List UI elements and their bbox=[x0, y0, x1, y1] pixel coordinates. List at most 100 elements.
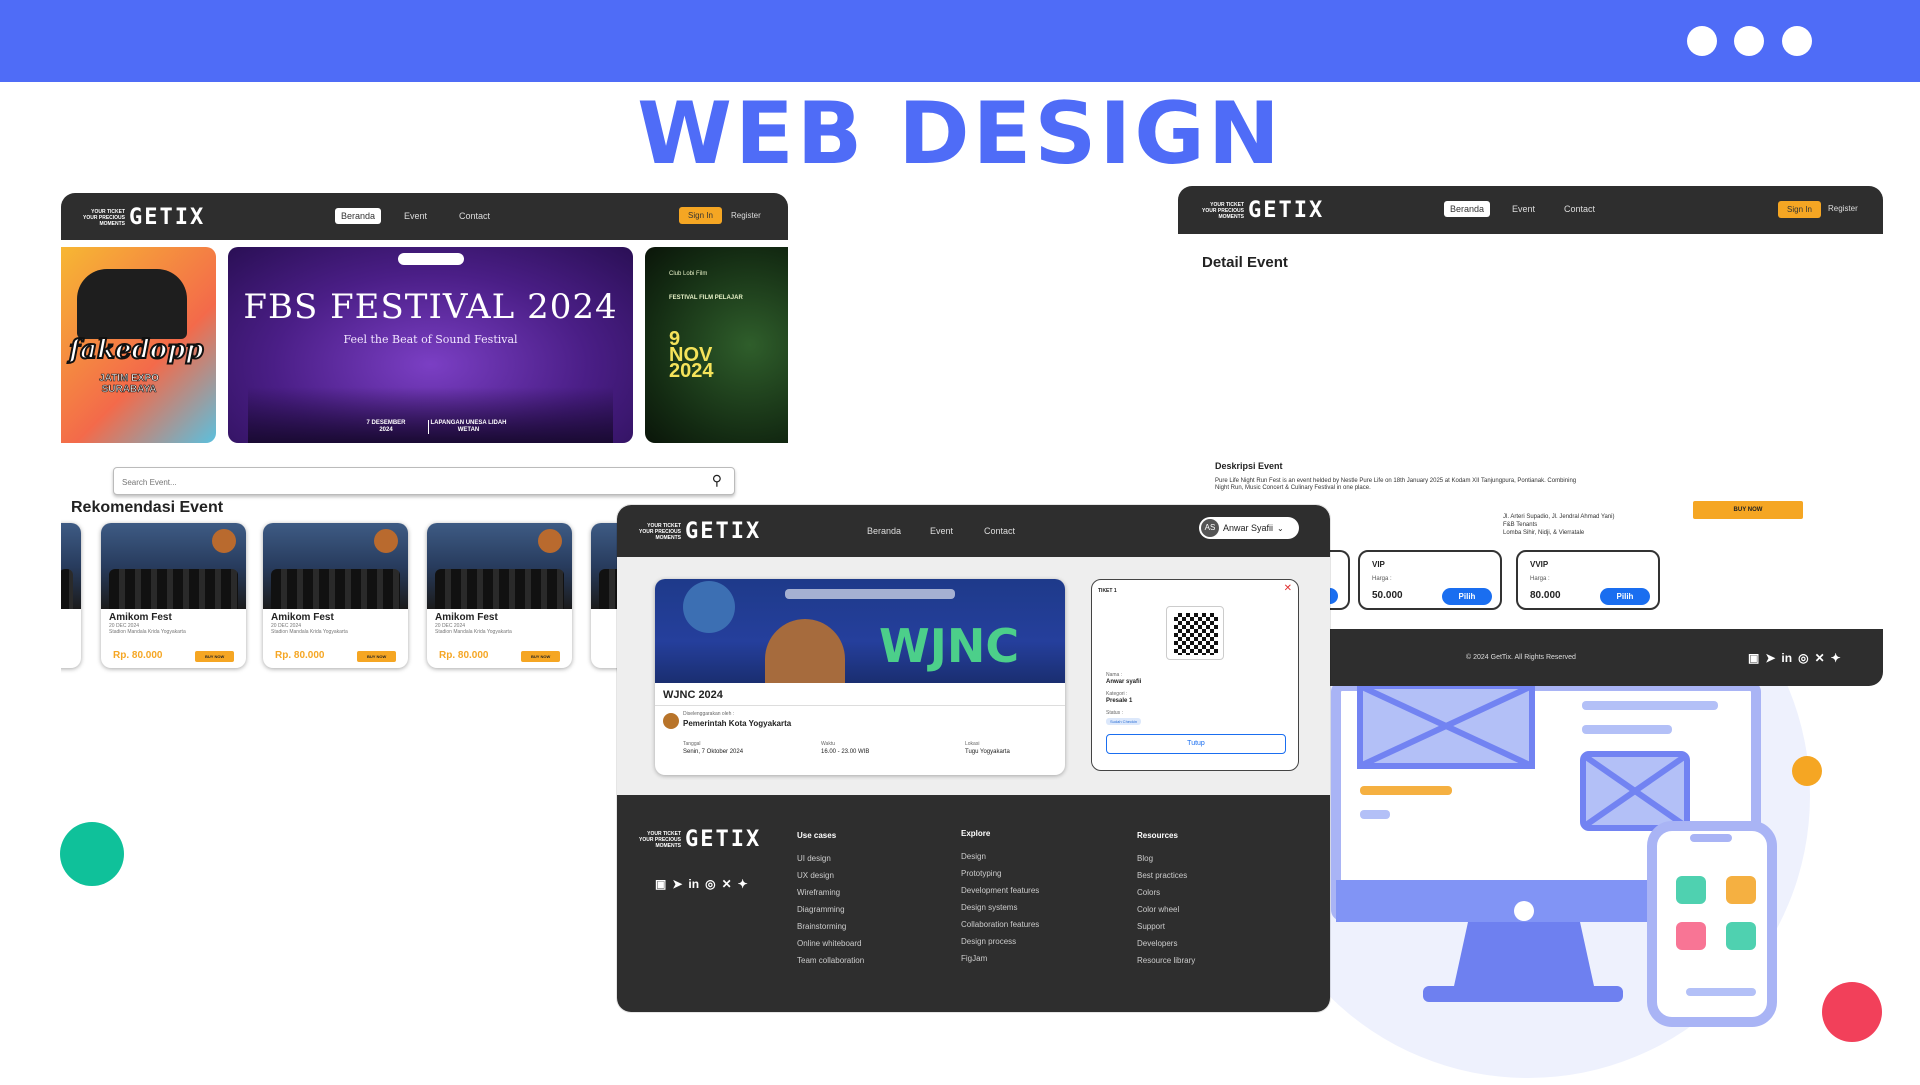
banner-fbs-festival[interactable]: FBS FESTIVAL 2024 Feel the Beat of Sound… bbox=[228, 247, 633, 443]
event-card-partial[interactable] bbox=[61, 523, 81, 668]
footer-link[interactable]: UX design bbox=[797, 871, 864, 880]
status-badge: Sudah Checkin bbox=[1106, 718, 1142, 725]
nav-beranda[interactable]: Beranda bbox=[335, 208, 382, 224]
instagram-icon[interactable]: ◎ bbox=[1798, 651, 1808, 665]
footer-link[interactable]: Developers bbox=[1137, 939, 1195, 948]
footer-link[interactable]: Development features bbox=[961, 886, 1039, 895]
footer-link[interactable]: Color wheel bbox=[1137, 905, 1195, 914]
register-link[interactable]: Register bbox=[731, 211, 761, 220]
search-icon[interactable]: ⚲ bbox=[712, 472, 722, 489]
pilih-button[interactable]: Pilih bbox=[1600, 588, 1650, 605]
footer-link[interactable]: Blog bbox=[1137, 854, 1195, 863]
search-input[interactable] bbox=[122, 474, 682, 490]
logo[interactable]: YOUR TICKET YOUR PRECIOUS MOMENTS GETIX bbox=[635, 519, 761, 544]
social-links: ▣ ➤ in ◎ ✕ ✦ bbox=[1748, 651, 1841, 665]
sign-in-button[interactable]: Sign In bbox=[679, 207, 722, 224]
nav-contact[interactable]: Contact bbox=[459, 211, 490, 221]
footer-link[interactable]: UI design bbox=[797, 854, 864, 863]
location-label: Lokasi bbox=[965, 741, 980, 747]
event-date: Senin, 7 Oktober 2024 bbox=[683, 749, 744, 755]
event-card[interactable]: Amikom Fest 20 DEC 2024 Stadion Mandala … bbox=[427, 523, 572, 668]
linkedin-icon[interactable]: ▣ bbox=[655, 877, 666, 891]
footer-link[interactable]: Prototyping bbox=[961, 869, 1039, 878]
logo-name: GETIX bbox=[685, 827, 762, 852]
register-link[interactable]: Register bbox=[1828, 204, 1858, 213]
event-card-title: Amikom Fest bbox=[271, 612, 334, 623]
logo-tagline: YOUR TICKET YOUR PRECIOUS MOMENTS bbox=[639, 830, 681, 849]
buy-now-button[interactable]: BUY NOW bbox=[195, 651, 235, 662]
event-card-price: Rp. 80.000 bbox=[275, 650, 325, 661]
sponsor-logos bbox=[398, 253, 464, 265]
footer-link[interactable]: Colors bbox=[1137, 888, 1195, 897]
in-icon[interactable]: in bbox=[688, 877, 699, 891]
nav-contact[interactable]: Contact bbox=[1564, 204, 1595, 214]
window-dot-icon bbox=[1782, 26, 1812, 56]
linkedin-icon[interactable]: ▣ bbox=[1748, 651, 1759, 665]
nav-event[interactable]: Event bbox=[1512, 204, 1535, 214]
footer-link[interactable]: Design process bbox=[961, 937, 1039, 946]
event-card-price: Rp. 80.000 bbox=[439, 650, 489, 661]
nav-event[interactable]: Event bbox=[930, 526, 953, 536]
ticket-page: YOUR TICKET YOUR PRECIOUS MOMENTS GETIX … bbox=[617, 505, 1330, 1012]
event-card-venue: Stadion Mandala Krida Yogyakarta bbox=[435, 629, 512, 635]
nav-beranda[interactable]: Beranda bbox=[867, 526, 901, 536]
in-icon[interactable]: in bbox=[1781, 651, 1792, 665]
planet-graphic bbox=[683, 581, 735, 633]
twitter-icon[interactable]: ✦ bbox=[1831, 651, 1841, 665]
footer-link[interactable]: Resource library bbox=[1137, 956, 1195, 965]
footer-link[interactable]: Team collaboration bbox=[797, 956, 864, 965]
event-card[interactable]: Amikom Fest 20 DEC 2024 Stadion Mandala … bbox=[263, 523, 408, 668]
detail-navbar: YOUR TICKET YOUR PRECIOUS MOMENTS GETIX … bbox=[1178, 186, 1883, 234]
logo[interactable]: YOUR TICKET YOUR PRECIOUS MOMENTS GETIX bbox=[635, 827, 761, 852]
footer-column-use-cases: Use cases UI design UX design Wireframin… bbox=[797, 831, 864, 973]
logo[interactable]: YOUR TICKET YOUR PRECIOUS MOMENTS GETIX bbox=[79, 205, 205, 230]
twitter-icon[interactable]: ✦ bbox=[738, 877, 748, 891]
footer-link[interactable]: Support bbox=[1137, 922, 1195, 931]
sign-in-button[interactable]: Sign In bbox=[1778, 201, 1821, 218]
logo[interactable]: YOUR TICKET YOUR PRECIOUS MOMENTS GETIX bbox=[1198, 198, 1324, 223]
buy-now-button[interactable]: BUY NOW bbox=[1693, 501, 1803, 519]
event-card[interactable]: Amikom Fest 20 DEC 2024 Stadion Mandala … bbox=[101, 523, 246, 668]
logo-tagline: YOUR TICKET YOUR PRECIOUS MOMENTS bbox=[639, 522, 681, 541]
event-card-image bbox=[427, 523, 572, 609]
nav-event[interactable]: Event bbox=[404, 211, 427, 221]
banner-fakedopp[interactable]: fakedopp JATIM EXPO SURABAYA bbox=[61, 247, 216, 443]
price-label: Harga : bbox=[1530, 576, 1550, 582]
user-menu[interactable]: AS Anwar Syafii ⌄ bbox=[1199, 517, 1299, 539]
telegram-icon[interactable]: ➤ bbox=[672, 877, 682, 891]
footer-link[interactable]: Collaboration features bbox=[961, 920, 1039, 929]
ticket-price: 50.000 bbox=[1372, 590, 1403, 601]
search-bar[interactable]: ⚲ bbox=[113, 467, 735, 495]
banner-festival-film[interactable]: Club Lobi Film FESTIVAL FILM PELAJAR 9 N… bbox=[645, 247, 788, 443]
description-bullets: Jl. Arteri Supadio, Jl. Jendral Ahmad Ya… bbox=[1503, 513, 1615, 537]
window-dot-icon bbox=[1734, 26, 1764, 56]
buy-now-button[interactable]: BUY NOW bbox=[357, 651, 397, 662]
banner-subtitle: Feel the Beat of Sound Festival bbox=[343, 333, 518, 346]
event-time: 16.00 - 23.00 WIB bbox=[821, 749, 870, 755]
buy-now-button[interactable]: BUY NOW bbox=[521, 651, 561, 662]
footer-link[interactable]: Diagramming bbox=[797, 905, 864, 914]
instagram-icon[interactable]: ◎ bbox=[705, 877, 715, 891]
x-icon[interactable]: ✕ bbox=[1815, 651, 1825, 665]
footer-link[interactable]: Wireframing bbox=[797, 888, 864, 897]
footer-link[interactable]: Online whiteboard bbox=[797, 939, 864, 948]
bullet-item: Lomba Sihir, Nidji, & Vierratale bbox=[1503, 530, 1585, 536]
footer-link[interactable]: FigJam bbox=[961, 954, 1039, 963]
event-card-venue: Stadion Mandala Krida Yogyakarta bbox=[109, 629, 186, 635]
footer-link[interactable]: Design bbox=[961, 852, 1039, 861]
telegram-icon[interactable]: ➤ bbox=[1765, 651, 1775, 665]
banner-venue: JATIM EXPO SURABAYA bbox=[99, 373, 159, 396]
ticket-modal: TIKET 1 ✕ Nama : Anwar syafii Kategori :… bbox=[1091, 579, 1299, 771]
tutup-button[interactable]: Tutup bbox=[1106, 734, 1286, 754]
close-icon[interactable]: ✕ bbox=[1284, 583, 1292, 594]
footer-link[interactable]: Brainstorming bbox=[797, 922, 864, 931]
pilih-button[interactable]: Pilih bbox=[1442, 588, 1492, 605]
top-banner-bar bbox=[0, 0, 1920, 82]
x-icon[interactable]: ✕ bbox=[722, 877, 732, 891]
footer-link[interactable]: Design systems bbox=[961, 903, 1039, 912]
sponsor-logos bbox=[785, 589, 955, 599]
decor-dot-orange bbox=[1792, 756, 1822, 786]
nav-beranda[interactable]: Beranda bbox=[1444, 201, 1491, 217]
nav-contact[interactable]: Contact bbox=[984, 526, 1015, 536]
footer-link[interactable]: Best practices bbox=[1137, 871, 1195, 880]
